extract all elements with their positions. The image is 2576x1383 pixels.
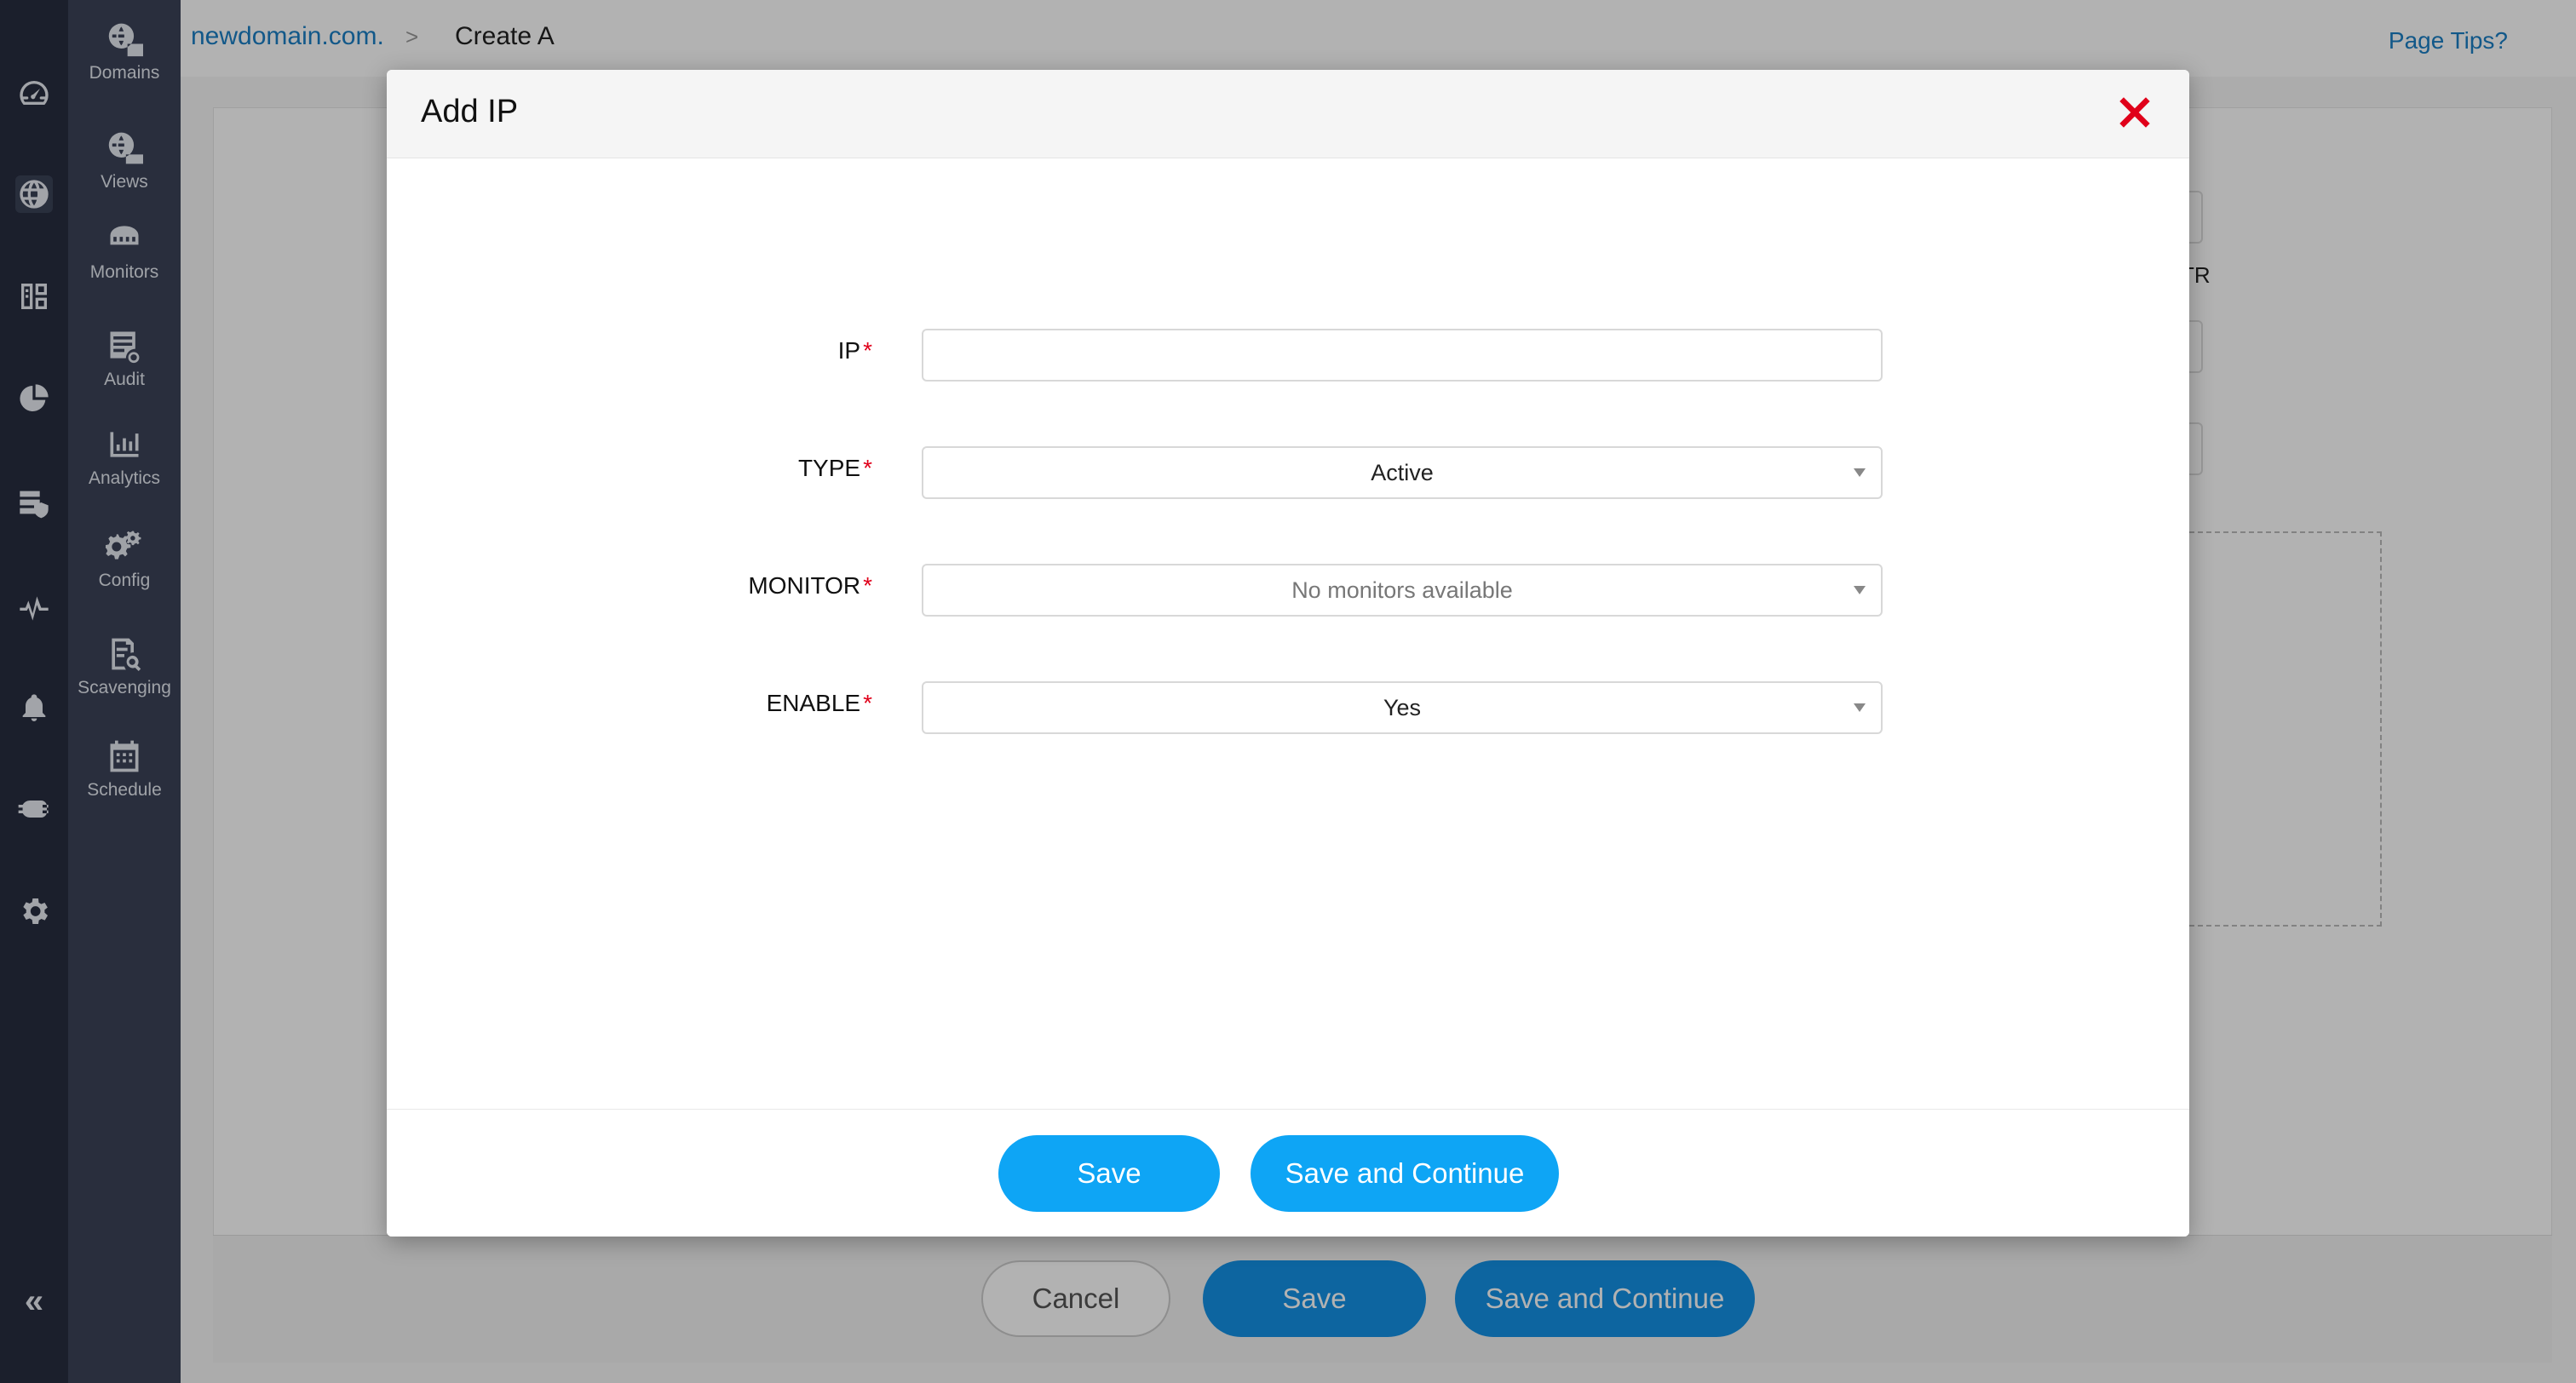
enable-select-value: Yes — [1383, 694, 1422, 720]
ip-label-text: IP — [837, 337, 861, 364]
add-ip-dialog: Add IP IP * TYPE * Active MONITOR * No moni… — [387, 70, 2189, 1237]
save-button[interactable]: Save — [998, 1135, 1220, 1212]
type-select[interactable]: Active — [922, 446, 1883, 499]
enable-select[interactable]: Yes — [922, 681, 1883, 734]
ip-input[interactable] — [922, 329, 1883, 382]
dialog-header: Add IP — [387, 70, 2189, 158]
close-icon[interactable] — [2114, 92, 2155, 133]
monitor-select-value: No monitors available — [1291, 577, 1513, 603]
chevron-down-icon — [1854, 703, 1866, 712]
dialog-footer: Save Save and Continue — [387, 1109, 2189, 1237]
required-marker: * — [863, 455, 872, 481]
save-and-continue-button[interactable]: Save and Continue — [1251, 1135, 1559, 1212]
monitor-select[interactable]: No monitors available — [922, 564, 1883, 617]
enable-label: ENABLE * — [625, 690, 872, 717]
enable-label-text: ENABLE — [766, 690, 861, 716]
ip-label: IP * — [625, 337, 872, 364]
type-select-value: Active — [1371, 459, 1434, 485]
required-marker: * — [863, 572, 872, 599]
monitor-label-text: MONITOR — [748, 572, 861, 599]
required-marker: * — [863, 337, 872, 364]
type-label: TYPE * — [625, 455, 872, 482]
type-label-text: TYPE — [797, 455, 861, 481]
chevron-down-icon — [1854, 468, 1866, 477]
chevron-down-icon — [1854, 586, 1866, 594]
required-marker: * — [863, 690, 872, 716]
dialog-title: Add IP — [421, 94, 519, 129]
monitor-label: MONITOR * — [625, 572, 872, 600]
